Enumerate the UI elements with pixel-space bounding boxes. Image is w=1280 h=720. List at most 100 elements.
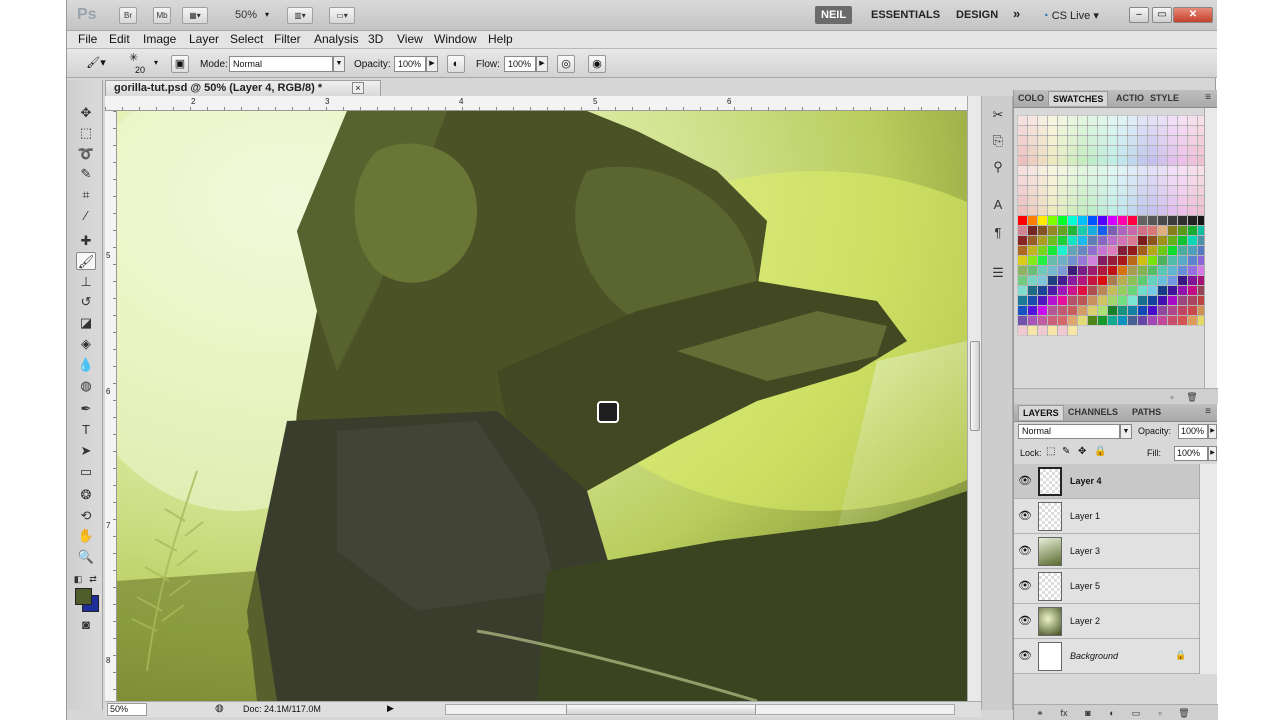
swatch[interactable] bbox=[1077, 315, 1088, 326]
swatch[interactable] bbox=[1017, 185, 1028, 196]
swatch[interactable] bbox=[1027, 185, 1038, 196]
swatch[interactable] bbox=[1048, 336, 1057, 345]
swatch[interactable] bbox=[1087, 245, 1098, 256]
lock-transparency-icon[interactable]: ⬚ bbox=[1046, 446, 1055, 457]
swatch[interactable] bbox=[1097, 165, 1108, 176]
swatch[interactable] bbox=[1097, 295, 1108, 306]
swatch[interactable] bbox=[1117, 275, 1128, 286]
swatch[interactable] bbox=[1117, 295, 1128, 306]
swatch[interactable] bbox=[1127, 225, 1138, 236]
new-layer-icon[interactable]: ▫ bbox=[1154, 707, 1166, 719]
swatch[interactable] bbox=[1017, 305, 1028, 316]
swatch[interactable] bbox=[1107, 215, 1118, 226]
swatch[interactable] bbox=[1137, 315, 1148, 326]
eye-icon[interactable]: 👁 bbox=[1018, 475, 1032, 487]
swatch[interactable] bbox=[1107, 275, 1118, 286]
swatch[interactable] bbox=[1037, 275, 1048, 286]
swatch[interactable] bbox=[1117, 285, 1128, 296]
swatch[interactable] bbox=[1077, 285, 1088, 296]
swatch[interactable] bbox=[1067, 315, 1078, 326]
swatch[interactable] bbox=[1017, 195, 1028, 206]
dodge-tool-icon[interactable]: ◍ bbox=[76, 377, 96, 395]
swatch[interactable] bbox=[1147, 125, 1158, 136]
swatch-grid[interactable] bbox=[1017, 115, 1208, 355]
swatch[interactable] bbox=[1157, 185, 1168, 196]
swatch[interactable] bbox=[1098, 326, 1107, 335]
clone-stamp-tool-icon[interactable]: ⊥ bbox=[76, 273, 96, 291]
swatch[interactable] bbox=[1057, 315, 1068, 326]
shape-tool-icon[interactable]: ▭ bbox=[76, 463, 96, 481]
pen-tool-icon[interactable]: ✒ bbox=[76, 400, 96, 418]
swatch[interactable] bbox=[1067, 265, 1078, 276]
swatch[interactable] bbox=[1078, 346, 1087, 355]
swatch[interactable] bbox=[1107, 175, 1118, 186]
swatch[interactable] bbox=[1137, 125, 1148, 136]
hand-tool-icon[interactable]: ✋ bbox=[76, 527, 96, 545]
swatch[interactable] bbox=[1087, 155, 1098, 166]
swatch[interactable] bbox=[1187, 275, 1198, 286]
brush-picker-arrow-icon[interactable]: ▾ bbox=[154, 58, 158, 67]
swatch[interactable] bbox=[1157, 235, 1168, 246]
swatch[interactable] bbox=[1167, 205, 1178, 216]
swatch[interactable] bbox=[1127, 205, 1138, 216]
horizontal-scroll-thumb[interactable] bbox=[566, 705, 756, 714]
swatch[interactable] bbox=[1147, 175, 1158, 186]
swatch[interactable] bbox=[1137, 235, 1148, 246]
horizontal-scrollbar[interactable] bbox=[445, 704, 955, 715]
swatch[interactable] bbox=[1097, 195, 1108, 206]
swatch[interactable] bbox=[1128, 336, 1137, 345]
layer-opacity-slider-icon[interactable]: ▶ bbox=[1208, 424, 1217, 439]
swatch[interactable] bbox=[1097, 235, 1108, 246]
swatch[interactable] bbox=[1057, 135, 1068, 146]
swatch[interactable] bbox=[1017, 225, 1028, 236]
swatch[interactable] bbox=[1097, 315, 1108, 326]
swatch[interactable] bbox=[1057, 325, 1068, 336]
swatch[interactable] bbox=[1047, 255, 1058, 266]
brush-tool-icon[interactable]: 🖌 bbox=[76, 252, 96, 270]
swatch[interactable] bbox=[1117, 235, 1128, 246]
swatch[interactable] bbox=[1157, 315, 1168, 326]
swatch[interactable] bbox=[1137, 245, 1148, 256]
swatch[interactable] bbox=[1067, 295, 1078, 306]
menu-image[interactable]: Image bbox=[143, 32, 176, 46]
swatch[interactable] bbox=[1048, 346, 1057, 355]
swatch[interactable] bbox=[1047, 205, 1058, 216]
swatch[interactable] bbox=[1137, 275, 1148, 286]
swatch[interactable] bbox=[1087, 315, 1098, 326]
swatch[interactable] bbox=[1047, 225, 1058, 236]
swatch[interactable] bbox=[1187, 185, 1198, 196]
tool-preset-brush-icon[interactable]: 🖌▾ bbox=[83, 55, 109, 73]
swatch[interactable] bbox=[1187, 315, 1198, 326]
swatch[interactable] bbox=[1137, 305, 1148, 316]
swatch[interactable] bbox=[1107, 165, 1118, 176]
swatch[interactable] bbox=[1127, 185, 1138, 196]
swatch[interactable] bbox=[1157, 275, 1168, 286]
swatch[interactable] bbox=[1037, 255, 1048, 266]
swatch[interactable] bbox=[1037, 125, 1048, 136]
swatch[interactable] bbox=[1147, 295, 1158, 306]
swatch[interactable] bbox=[1067, 155, 1078, 166]
swatch[interactable] bbox=[1177, 295, 1188, 306]
swatch[interactable] bbox=[1137, 155, 1148, 166]
tab-swatches[interactable]: SWATCHES bbox=[1048, 91, 1109, 106]
swatch[interactable] bbox=[1107, 305, 1118, 316]
fill-slider-icon[interactable]: ▶ bbox=[1208, 446, 1217, 461]
swatch[interactable] bbox=[1037, 315, 1048, 326]
swatch[interactable] bbox=[1127, 215, 1138, 226]
swatch[interactable] bbox=[1097, 115, 1108, 126]
swatch[interactable] bbox=[1077, 305, 1088, 316]
swatch[interactable] bbox=[1067, 325, 1078, 336]
swatch[interactable] bbox=[1187, 115, 1198, 126]
swatch[interactable] bbox=[1077, 135, 1088, 146]
3d-orbit-tool-icon[interactable]: ⟲ bbox=[76, 507, 96, 525]
brush-panel-toggle-icon[interactable]: ▣ bbox=[171, 55, 189, 73]
swatch[interactable] bbox=[1047, 195, 1058, 206]
menu-layer[interactable]: Layer bbox=[189, 32, 219, 46]
swatch[interactable] bbox=[1177, 155, 1188, 166]
swatch[interactable] bbox=[1067, 125, 1078, 136]
adjustment-layer-icon[interactable]: ◐ bbox=[1106, 707, 1118, 719]
swatch[interactable] bbox=[1117, 125, 1128, 136]
swatch[interactable] bbox=[1017, 135, 1028, 146]
swatch[interactable] bbox=[1087, 145, 1098, 156]
swatch[interactable] bbox=[1167, 115, 1178, 126]
